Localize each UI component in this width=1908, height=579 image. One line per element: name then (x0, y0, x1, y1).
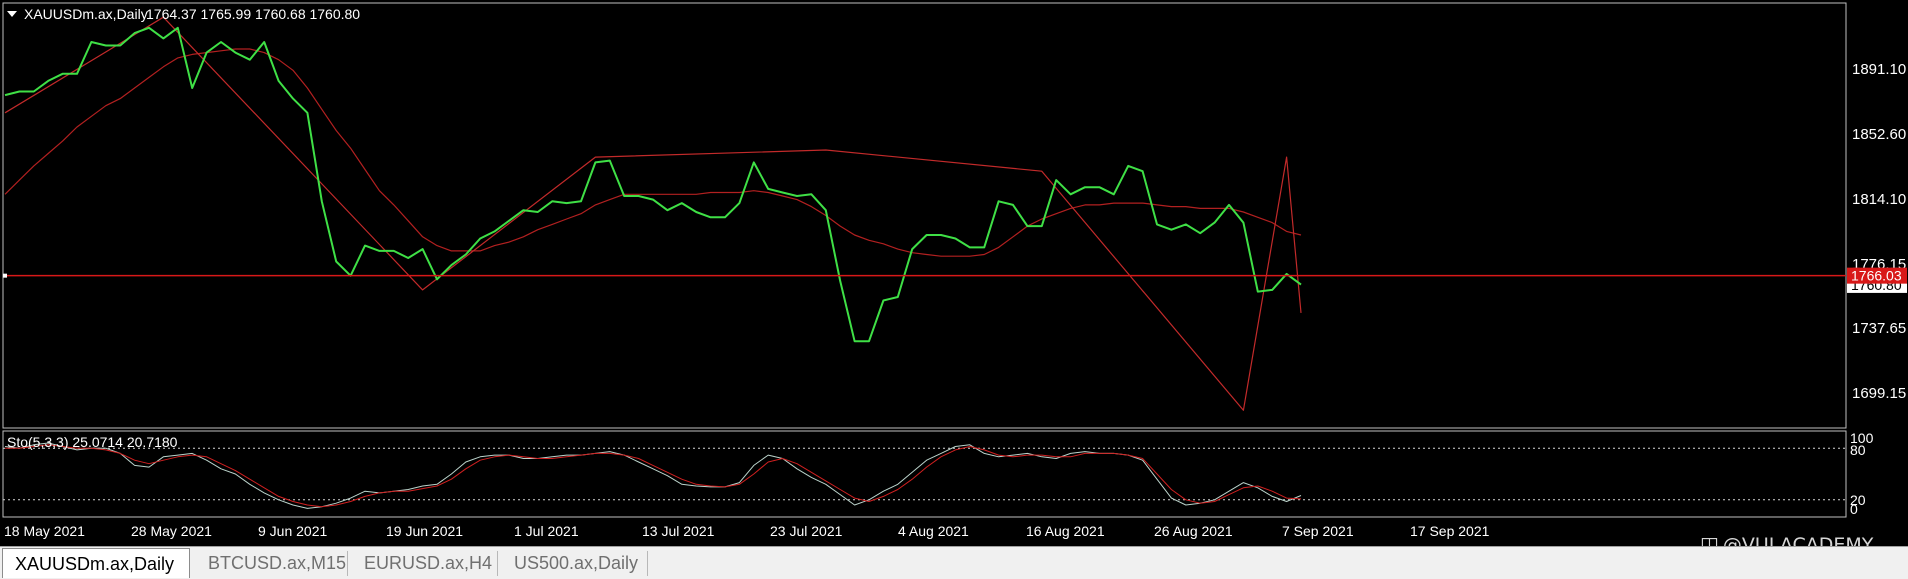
price-label: 1891.10 (1852, 61, 1906, 78)
stoch-level-label: 80 (1850, 442, 1866, 458)
indicator-label: Sto(5,3,3) 25.0714 20.7180 (7, 434, 178, 450)
time-label: 4 Aug 2021 (898, 523, 969, 539)
tab-eurusd-h4[interactable]: EURUSD.ax,H4 (352, 551, 498, 576)
time-label: 17 Sep 2021 (1410, 523, 1490, 539)
symbol-label: XAUUSDm.ax,Daily (24, 6, 148, 22)
time-label: 1 Jul 2021 (514, 523, 579, 539)
current-price-tag[interactable]: 1766.03 (1847, 267, 1907, 284)
stoch-level-label: 0 (1850, 501, 1858, 517)
current-price-left-marker (3, 273, 7, 278)
time-label: 18 May 2021 (4, 523, 85, 539)
time-label: 28 May 2021 (131, 523, 212, 539)
price-label: 1852.60 (1852, 126, 1906, 143)
time-label: 23 Jul 2021 (770, 523, 843, 539)
time-label: 19 Jun 2021 (386, 523, 463, 539)
price-label: 1699.15 (1852, 385, 1906, 402)
time-label: 16 Aug 2021 (1026, 523, 1105, 539)
ohlc-values: 1764.37 1765.99 1760.68 1760.80 (146, 6, 360, 22)
chart-tab-bar: XAUUSDm.ax,Daily BTCUSD.ax,M15 EURUSD.ax… (0, 546, 1908, 579)
time-label: 26 Aug 2021 (1154, 523, 1233, 539)
price-label: 1737.65 (1852, 320, 1906, 337)
time-label: 9 Jun 2021 (258, 523, 327, 539)
chart-terminal: 1891.10 1852.60 1814.10 1776.15 1737.65 … (0, 0, 1908, 546)
tab-btcusd-m15[interactable]: BTCUSD.ax,M15 (196, 551, 348, 576)
time-label: 7 Sep 2021 (1282, 523, 1354, 539)
price-label: 1814.10 (1852, 191, 1906, 208)
tab-us500-daily[interactable]: US500.ax,Daily (502, 551, 648, 576)
tab-xauusdm-daily[interactable]: XAUUSDm.ax,Daily (2, 548, 190, 578)
time-label: 13 Jul 2021 (642, 523, 715, 539)
svg-text:1766.03: 1766.03 (1851, 268, 1902, 284)
